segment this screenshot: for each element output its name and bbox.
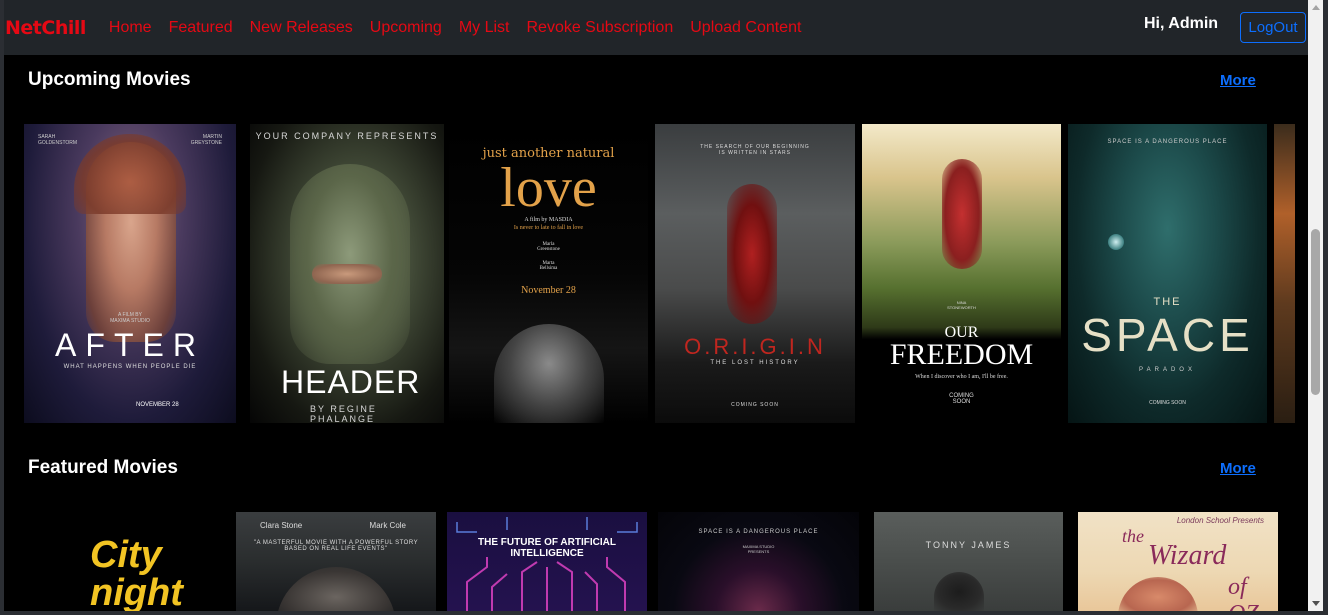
- nav-link-new-releases[interactable]: New Releases: [250, 19, 353, 37]
- movie-poster-the-space[interactable]: SPACE IS A DANGEROUS PLACE THE SPACE PAR…: [1068, 124, 1267, 423]
- movie-poster-header[interactable]: YOUR COMPANY REPRESENTS HEADER BY REGINE…: [250, 124, 444, 423]
- poster-title-1: the: [1122, 526, 1144, 546]
- poster-footer: COMING SOON: [731, 402, 779, 408]
- movie-poster-partial[interactable]: [1274, 124, 1295, 423]
- scrollbar-thumb[interactable]: [1311, 229, 1320, 395]
- poster-subtitle: THE LOST HISTORY: [710, 360, 800, 366]
- nav-link-revoke-subscription[interactable]: Revoke Subscription: [526, 19, 673, 37]
- poster-tagline: Is never to late to fall in love: [513, 225, 584, 231]
- scroll-down-arrow-icon[interactable]: [1308, 596, 1323, 611]
- poster-credit: A film by MASDIA: [524, 217, 573, 223]
- poster-actor-left: SARAH GOLDENSTORM: [38, 134, 78, 146]
- movie-poster-our-freedom[interactable]: NINA STONEWORTH OUR FREEDOM When I disco…: [862, 124, 1061, 423]
- nav-link-upload-content[interactable]: Upload Content: [690, 19, 801, 37]
- section-title-featured: Featured Movies: [28, 457, 178, 478]
- poster-date: November 28: [521, 285, 576, 296]
- poster-title-3: of OZ: [1228, 574, 1259, 611]
- movie-poster-clara-stone[interactable]: Clara Stone Mark Cole "A MASTERFUL MOVIE…: [236, 512, 436, 611]
- window-border-left: [0, 0, 4, 615]
- poster-footer: COMING SOON: [1149, 400, 1186, 406]
- nav-link-home[interactable]: Home: [109, 19, 152, 37]
- poster-tagline: SPACE IS A DANGEROUS PLACE: [698, 529, 819, 535]
- poster-actor: NINA STONEWORTH: [947, 300, 976, 310]
- poster-figure: [942, 159, 982, 269]
- poster-figure: [494, 324, 604, 423]
- poster-actor-right: MARTIN GREYSTONE: [190, 134, 222, 146]
- poster-figure: [1118, 577, 1198, 611]
- nav-link-upcoming[interactable]: Upcoming: [370, 19, 442, 37]
- poster-figure: [276, 567, 396, 611]
- poster-subtitle: PARADOX: [1139, 367, 1196, 373]
- movie-poster-space-dangerous[interactable]: SPACE IS A DANGEROUS PLACE MAXIMA STUDIO…: [658, 512, 859, 611]
- movie-poster-origin[interactable]: THE SEARCH OF OUR BEGINNING IS WRITTEN I…: [655, 124, 855, 423]
- poster-title: AFTER: [55, 327, 205, 363]
- poster-presenter: London School Presents: [1176, 516, 1264, 525]
- navbar: NetChill Home Featured New Releases Upco…: [4, 0, 1308, 55]
- poster-presenter: YOUR COMPANY REPRESENTS: [255, 131, 439, 141]
- poster-tagline: "A MASTERFUL MOVIE WITH A POWERFUL STORY…: [253, 540, 419, 552]
- nav-link-featured[interactable]: Featured: [169, 19, 233, 37]
- poster-date: NOVEMBER 28: [136, 402, 179, 408]
- poster-actor-1: Clara Stone: [260, 521, 303, 530]
- poster-title: O.R.I.G.I.N: [684, 334, 826, 359]
- brand-logo[interactable]: NetChill: [5, 17, 86, 39]
- poster-hair: [74, 134, 186, 214]
- nav-link-my-list[interactable]: My List: [459, 19, 510, 37]
- app-window: NetChill Home Featured New Releases Upco…: [0, 0, 1328, 615]
- poster-tagline: WHAT HAPPENS WHEN PEOPLE DIE: [63, 364, 197, 370]
- movie-poster-tonny-james[interactable]: TONNY JAMES: [874, 512, 1063, 611]
- poster-credit: MAXIMA STUDIO PRESENTS: [742, 544, 775, 554]
- poster-tagline: When I discover who I am, I'll be free.: [915, 374, 1008, 380]
- poster-figure: [934, 572, 984, 611]
- poster-footer: COMING SOON: [949, 393, 974, 405]
- poster-figure: [727, 184, 777, 324]
- poster-credit: A FILM BY MAXIMA STUDIO: [110, 312, 150, 324]
- window-border-right: [1323, 0, 1328, 615]
- vertical-scrollbar[interactable]: [1308, 0, 1323, 611]
- circuit-graphic: [456, 517, 638, 611]
- movie-poster-city-night[interactable]: City night: [30, 512, 229, 611]
- user-greeting: Hi, Admin: [1144, 15, 1219, 32]
- poster-actor-2: Mark Cole: [369, 521, 406, 530]
- poster-eyes: [312, 264, 382, 284]
- poster-planet: [1108, 234, 1124, 250]
- section-title-upcoming: Upcoming Movies: [28, 69, 191, 90]
- featured-more-link[interactable]: More: [1220, 460, 1256, 477]
- movie-poster-wizard-of-oz[interactable]: London School Presents the Wizard of OZ: [1078, 512, 1278, 611]
- poster-title-2: Wizard: [1148, 540, 1227, 571]
- poster-actor-1: Marla Greenstone: [537, 242, 560, 252]
- movie-poster-love[interactable]: just another natural love A film by MASD…: [449, 124, 648, 423]
- window-border-bottom: [0, 611, 1328, 615]
- poster-tagline: SPACE IS A DANGEROUS PLACE: [1107, 139, 1228, 145]
- poster-title: THE FUTURE OF ARTIFICIAL INTELLIGENCE: [478, 537, 616, 559]
- poster-title-2: SPACE: [1081, 309, 1254, 361]
- poster-title: love: [500, 157, 597, 219]
- logout-button[interactable]: LogOut: [1240, 12, 1306, 43]
- poster-subtitle: BY REGINE PHALANGE: [310, 404, 377, 423]
- poster-actor-2: Marta Bellsima: [539, 261, 558, 271]
- upcoming-more-link[interactable]: More: [1220, 72, 1256, 89]
- poster-title-1: THE: [1153, 296, 1182, 308]
- poster-tagline: THE SEARCH OF OUR BEGINNING IS WRITTEN I…: [700, 144, 810, 156]
- poster-title: HEADER: [281, 364, 421, 400]
- poster-title: City night: [90, 534, 183, 611]
- poster-actor: TONNY JAMES: [925, 540, 1012, 550]
- movie-poster-future-ai[interactable]: THE FUTURE OF ARTIFICIAL INTELLIGENCE: [447, 512, 647, 611]
- poster-title-2: FREEDOM: [889, 338, 1034, 371]
- scroll-up-arrow-icon[interactable]: [1308, 0, 1323, 15]
- movie-poster-after[interactable]: SARAH GOLDENSTORM MARTIN GREYSTONE A FIL…: [24, 124, 236, 423]
